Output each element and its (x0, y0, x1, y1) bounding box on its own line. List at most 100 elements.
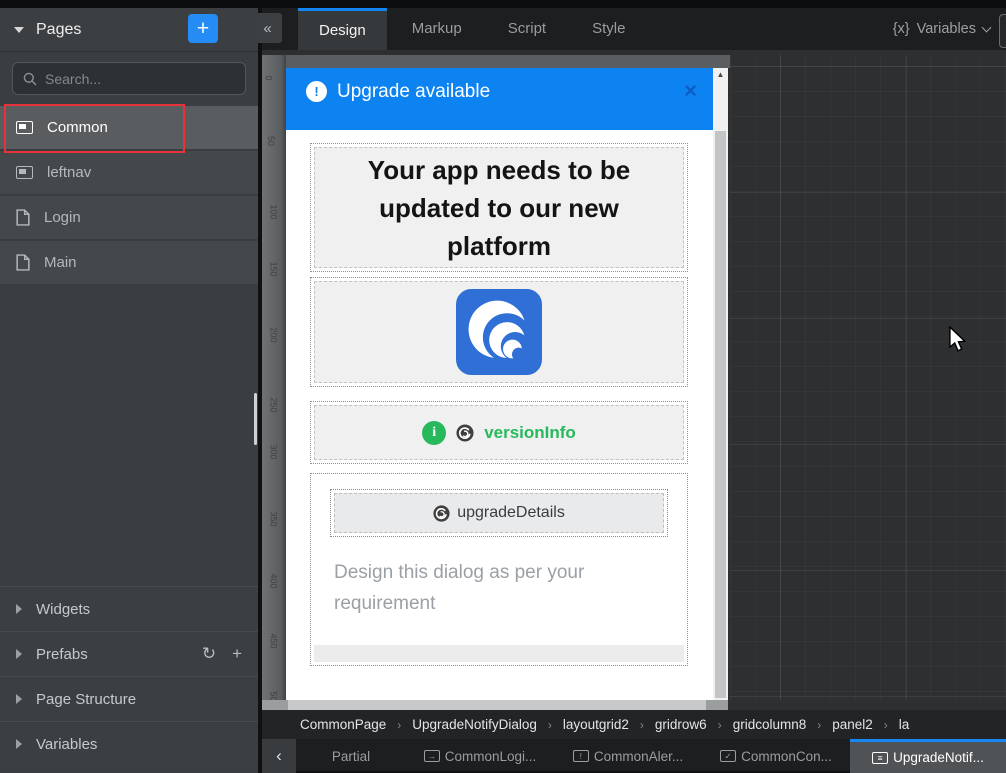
page-file-icon (16, 209, 30, 226)
mouse-cursor (948, 326, 968, 354)
open-files-tabbar: ‹ Partial → CommonLogi... ! CommonAler..… (262, 739, 1006, 773)
breadcrumb-item[interactable]: UpgradeNotifyDialog (412, 717, 537, 732)
dialog-heading-text: Your app needs to be updated to our new … (335, 151, 663, 265)
version-info-label: versionInfo (484, 423, 576, 443)
section-label: Widgets (36, 601, 90, 618)
horizontal-scrollbar-thumb[interactable] (288, 700, 706, 710)
tab-markup[interactable]: Markup (391, 8, 483, 50)
heading-widget[interactable]: Your app needs to be updated to our new … (310, 143, 688, 272)
sidebar-section-widgets[interactable]: Widgets (0, 586, 258, 631)
ruler-mark: 350 (269, 511, 279, 526)
dialog-window-icon: ≡ (872, 752, 888, 764)
caret-right-icon (16, 649, 22, 659)
partial-icon (16, 121, 33, 134)
pages-search-box[interactable] (12, 62, 246, 95)
sidebar-item-common[interactable]: Common (0, 106, 258, 150)
collapse-sidebar-button[interactable]: « (253, 13, 282, 43)
sidebar-canvas-divider (258, 0, 262, 773)
breadcrumb-item[interactable]: la (899, 717, 910, 732)
refresh-prefabs-icon[interactable]: ↻ (202, 644, 216, 664)
version-info-widget[interactable]: i versionInfo (310, 401, 688, 464)
sidebar-item-leftnav[interactable]: leftnav (0, 151, 258, 195)
variables-panel-toggle[interactable]: {x} Variables (893, 8, 990, 50)
caret-right-icon (16, 604, 22, 614)
ruler-mark: 0 (264, 75, 274, 80)
dialog-placeholder-text: Design this dialog as per your requireme… (334, 557, 664, 619)
bind-variable-icon (456, 424, 474, 442)
page-item-label: Main (44, 254, 77, 271)
tab-common-alert[interactable]: ! CommonAler... (554, 739, 702, 773)
page-item-label: Common (47, 119, 108, 136)
tab-label: Partial (332, 749, 370, 764)
caret-right-icon (16, 694, 22, 704)
tab-design[interactable]: Design (298, 8, 387, 50)
section-label: Page Structure (36, 691, 136, 708)
tab-style[interactable]: Style (571, 8, 646, 50)
ruler-mark: 150 (269, 261, 279, 276)
breadcrumb-item[interactable]: CommonPage (300, 717, 386, 732)
breadcrumb-item[interactable]: gridrow6 (655, 717, 707, 732)
tab-upgrade-notify[interactable]: ≡ UpgradeNotif... (850, 739, 1006, 773)
upgrade-details-button[interactable]: upgradeDetails (334, 493, 664, 533)
ruler-mark: 250 (269, 397, 279, 412)
breadcrumb-separator: › (718, 718, 722, 732)
upgrade-badge-icon: ! (306, 81, 327, 102)
tab-label: UpgradeNotif... (893, 750, 984, 765)
ruler-mark: 200 (269, 327, 279, 342)
caret-right-icon (16, 739, 22, 749)
tab-common-login[interactable]: → CommonLogi... (406, 739, 554, 773)
sidebar-section-prefabs[interactable]: Prefabs ↻ + (0, 631, 258, 676)
pages-panel-header[interactable]: Pages + (0, 8, 258, 52)
picture-widget[interactable] (310, 277, 688, 387)
panel-footer-strip (314, 645, 684, 662)
canvas-horizontal-scrollbar[interactable] (262, 700, 728, 710)
dialog-header[interactable]: ! Upgrade available × (286, 68, 713, 130)
breadcrumb-item[interactable]: layoutgrid2 (563, 717, 629, 732)
breadcrumb-item[interactable]: gridcolumn8 (733, 717, 807, 732)
dialog-design-page: ! Upgrade available × Your app needs to … (286, 68, 713, 700)
sidebar-scrollbar-thumb[interactable] (254, 393, 257, 445)
top-black-strip (0, 0, 1006, 8)
sidebar-item-login[interactable]: Login (0, 196, 258, 240)
vertical-scrollbar-thumb[interactable] (715, 131, 726, 698)
section-label: Variables (36, 736, 97, 753)
upgrade-details-label: upgradeDetails (457, 504, 565, 522)
breadcrumb-item[interactable]: panel2 (832, 717, 873, 732)
breadcrumb-separator: › (884, 718, 888, 732)
ruler-mark: 300 (269, 444, 279, 459)
sidebar-section-variables[interactable]: Variables (0, 721, 258, 766)
panel-widget[interactable]: upgradeDetails Design this dialog as per… (310, 473, 688, 666)
caret-down-icon (14, 27, 24, 33)
sidebar-item-main[interactable]: Main (0, 241, 258, 285)
tabbar-back-button[interactable]: ‹ (262, 739, 296, 773)
bind-variable-icon (433, 505, 450, 522)
dialog-close-icon[interactable]: × (684, 78, 697, 104)
sidebar-section-page-structure[interactable]: Page Structure (0, 676, 258, 721)
page-item-label: leftnav (47, 164, 91, 181)
chevron-down-icon (982, 22, 992, 32)
right-panel-edge[interactable] (999, 14, 1006, 48)
pages-panel-title: Pages (36, 21, 81, 39)
tab-script[interactable]: Script (487, 8, 567, 50)
breadcrumb-separator: › (640, 718, 644, 732)
vertical-ruler: 0 50 100 150 200 250 300 350 400 450 500 (262, 55, 286, 700)
tab-partial[interactable]: Partial (296, 739, 406, 773)
canvas-grid-background (730, 55, 1006, 700)
canvas-vertical-scrollbar[interactable]: ▲ (713, 68, 728, 700)
login-arrow-icon: → (424, 750, 440, 762)
wavemaker-logo-icon (456, 289, 542, 375)
ruler-mark: 450 (269, 633, 279, 648)
pages-sidebar: Pages + Common leftnav Login Main Widg (0, 0, 258, 773)
dialog-title: Upgrade available (337, 81, 490, 103)
upgrade-details-button-wrapper: upgradeDetails (330, 489, 668, 537)
partial-icon (16, 166, 33, 179)
page-item-label: Login (44, 209, 81, 226)
tab-label: CommonLogi... (445, 749, 537, 764)
scroll-up-arrow-icon[interactable]: ▲ (713, 70, 728, 79)
search-input[interactable] (45, 71, 225, 87)
add-prefab-icon[interactable]: + (232, 644, 242, 664)
tab-common-confirm[interactable]: ✓ CommonCon... (702, 739, 850, 773)
ruler-mark: 400 (269, 573, 279, 588)
add-page-button[interactable]: + (188, 14, 218, 43)
search-icon (23, 72, 37, 86)
